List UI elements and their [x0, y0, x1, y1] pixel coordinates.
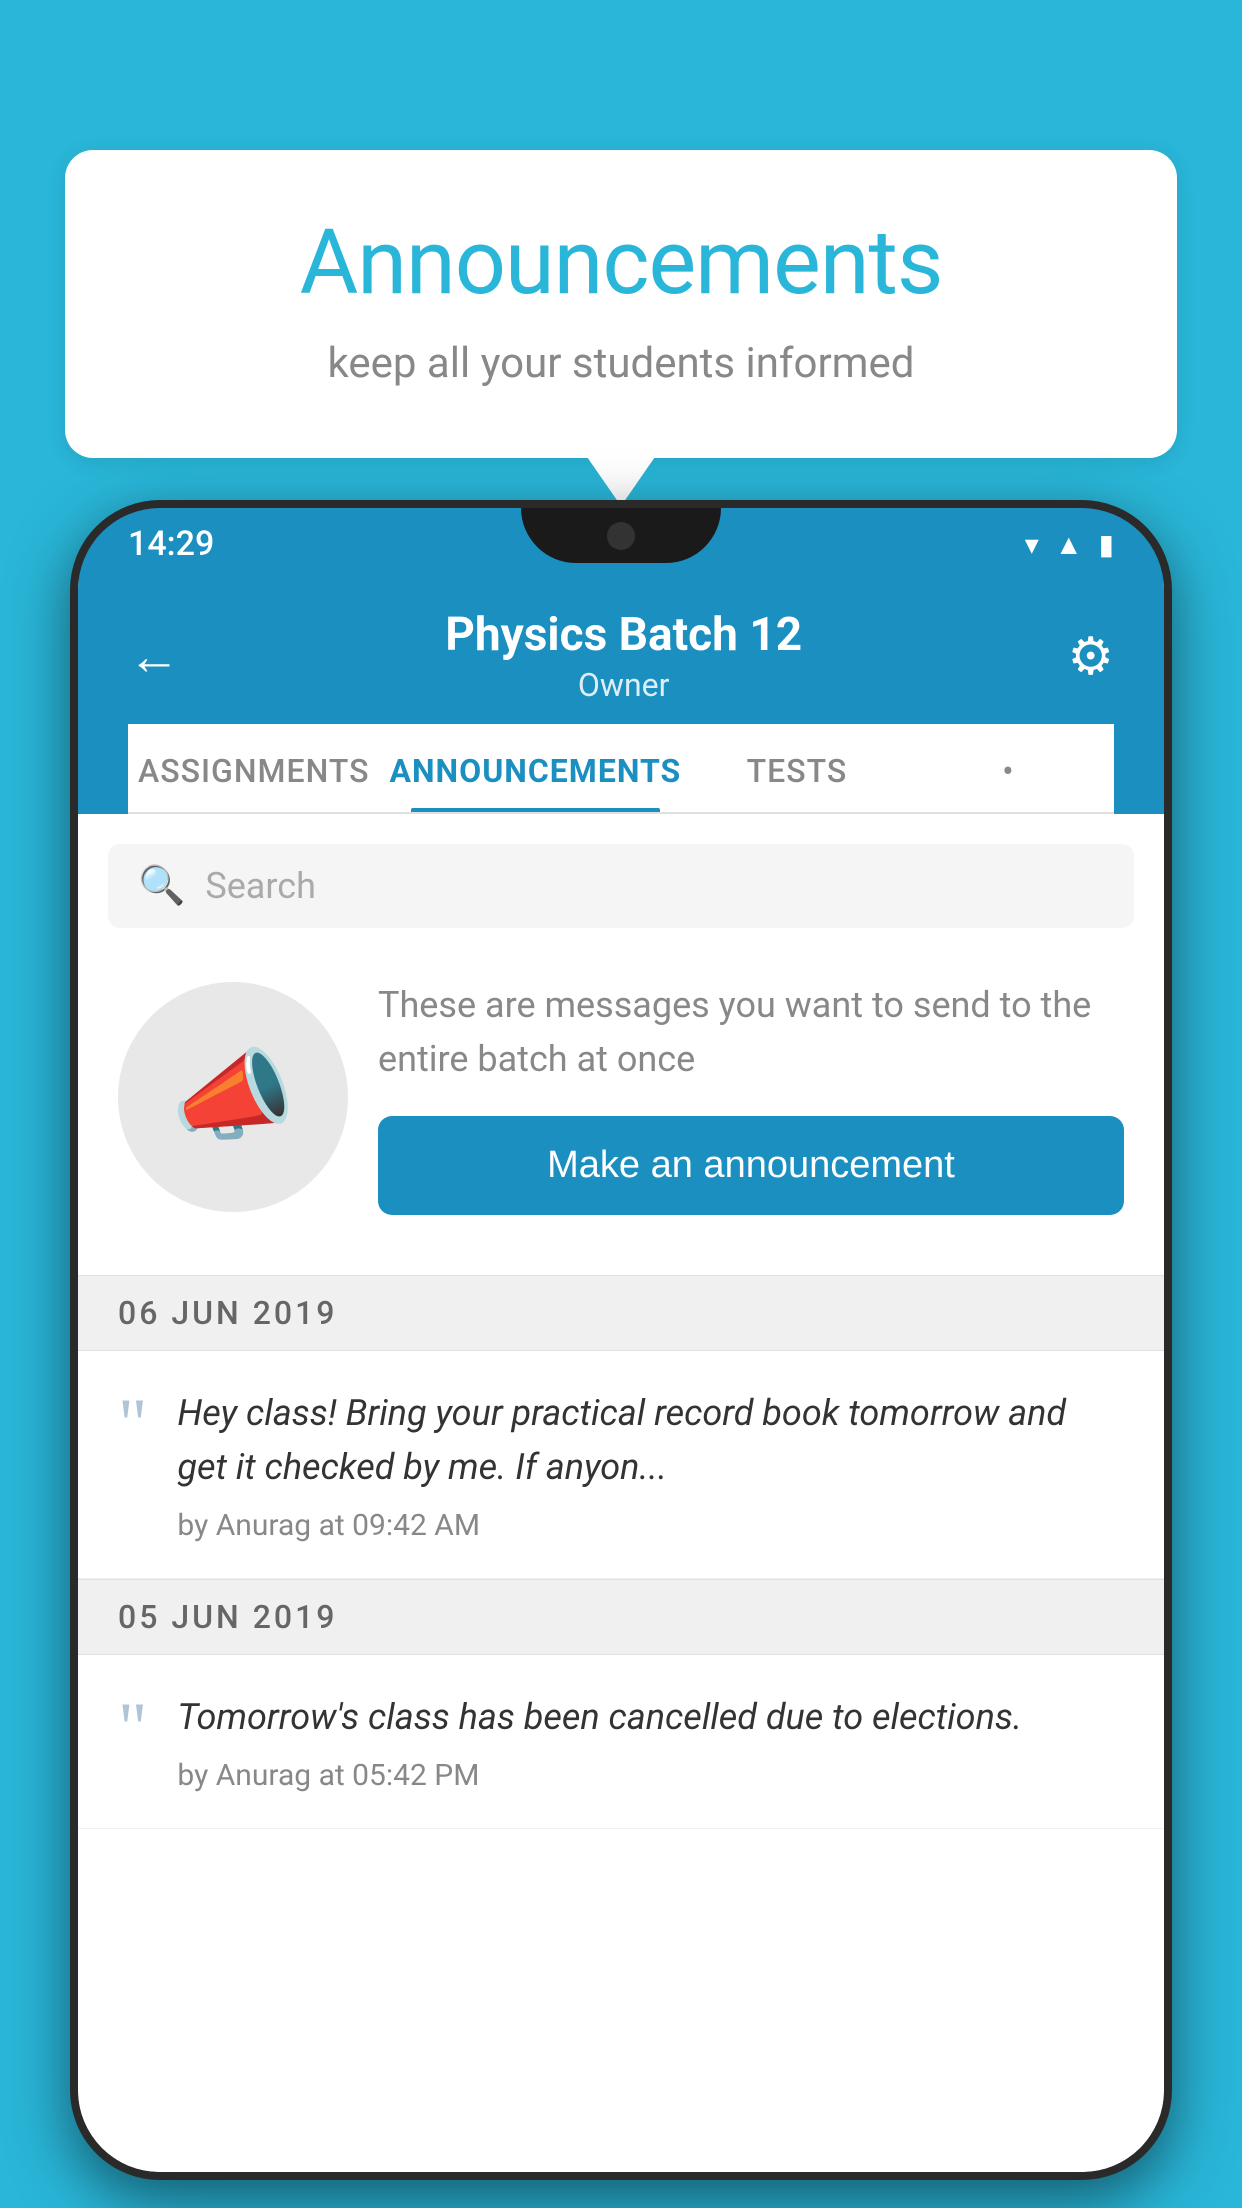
- announcement-meta-2: by Anurag at 05:42 PM: [177, 1758, 1124, 1793]
- announcement-text-1: Hey class! Bring your practical record b…: [177, 1386, 1124, 1494]
- announcement-meta-1: by Anurag at 09:42 AM: [177, 1508, 1124, 1543]
- status-bar: 14:29 ▾ ▲ ▮: [78, 508, 1164, 580]
- tabs: ASSIGNMENTS ANNOUNCEMENTS TESTS •: [128, 724, 1114, 814]
- tab-announcements[interactable]: ANNOUNCEMENTS: [379, 724, 691, 812]
- notch: [521, 508, 721, 563]
- phone-container: 14:29 ▾ ▲ ▮ ← Physics Batch 12 Owner: [70, 500, 1172, 2208]
- phone: 14:29 ▾ ▲ ▮ ← Physics Batch 12 Owner: [70, 500, 1172, 2180]
- search-icon: 🔍: [138, 864, 185, 908]
- app-body[interactable]: 🔍 Search 📣 These are messages you want t…: [78, 814, 1164, 2172]
- settings-icon[interactable]: ⚙: [1067, 626, 1114, 687]
- app-header-top: ← Physics Batch 12 Owner ⚙: [128, 608, 1114, 704]
- bubble-subtitle: keep all your students informed: [145, 339, 1097, 388]
- app-header: ← Physics Batch 12 Owner ⚙ ASSIGNMENTS A…: [78, 580, 1164, 814]
- date-divider-2: 05 JUN 2019: [78, 1579, 1164, 1655]
- search-placeholder: Search: [205, 865, 316, 907]
- header-title-block: Physics Batch 12 Owner: [445, 608, 802, 704]
- make-announcement-button[interactable]: Make an announcement: [378, 1116, 1124, 1215]
- announcement-content-2: Tomorrow's class has been cancelled due …: [177, 1690, 1124, 1793]
- tab-assignments[interactable]: ASSIGNMENTS: [128, 724, 379, 812]
- tab-more[interactable]: •: [903, 724, 1114, 812]
- batch-role: Owner: [445, 666, 802, 704]
- battery-icon: ▮: [1099, 528, 1114, 561]
- quote-icon-2: ": [118, 1700, 147, 1758]
- quote-icon-1: ": [118, 1396, 147, 1454]
- promo-right: These are messages you want to send to t…: [378, 978, 1124, 1215]
- app-content: ← Physics Batch 12 Owner ⚙ ASSIGNMENTS A…: [78, 580, 1164, 2172]
- promo-card: 📣 These are messages you want to send to…: [108, 948, 1134, 1245]
- status-time: 14:29: [128, 524, 214, 564]
- speech-bubble: Announcements keep all your students inf…: [65, 150, 1177, 458]
- announcement-item-1[interactable]: " Hey class! Bring your practical record…: [78, 1351, 1164, 1579]
- megaphone-icon: 📣: [171, 1038, 296, 1155]
- announcement-content-1: Hey class! Bring your practical record b…: [177, 1386, 1124, 1543]
- promo-description: These are messages you want to send to t…: [378, 978, 1124, 1086]
- back-button[interactable]: ←: [128, 626, 180, 687]
- announcement-text-2: Tomorrow's class has been cancelled due …: [177, 1690, 1124, 1744]
- speech-bubble-container: Announcements keep all your students inf…: [65, 150, 1177, 458]
- date-divider-1: 06 JUN 2019: [78, 1275, 1164, 1351]
- signal-icon: ▲: [1055, 528, 1083, 561]
- announcement-item-2[interactable]: " Tomorrow's class has been cancelled du…: [78, 1655, 1164, 1829]
- batch-name: Physics Batch 12: [445, 608, 802, 662]
- camera-dot: [607, 522, 635, 550]
- tab-tests[interactable]: TESTS: [691, 724, 902, 812]
- bubble-title: Announcements: [145, 210, 1097, 315]
- status-icons: ▾ ▲ ▮: [1025, 528, 1114, 561]
- wifi-icon: ▾: [1025, 528, 1039, 561]
- megaphone-circle: 📣: [118, 982, 348, 1212]
- search-bar[interactable]: 🔍 Search: [108, 844, 1134, 928]
